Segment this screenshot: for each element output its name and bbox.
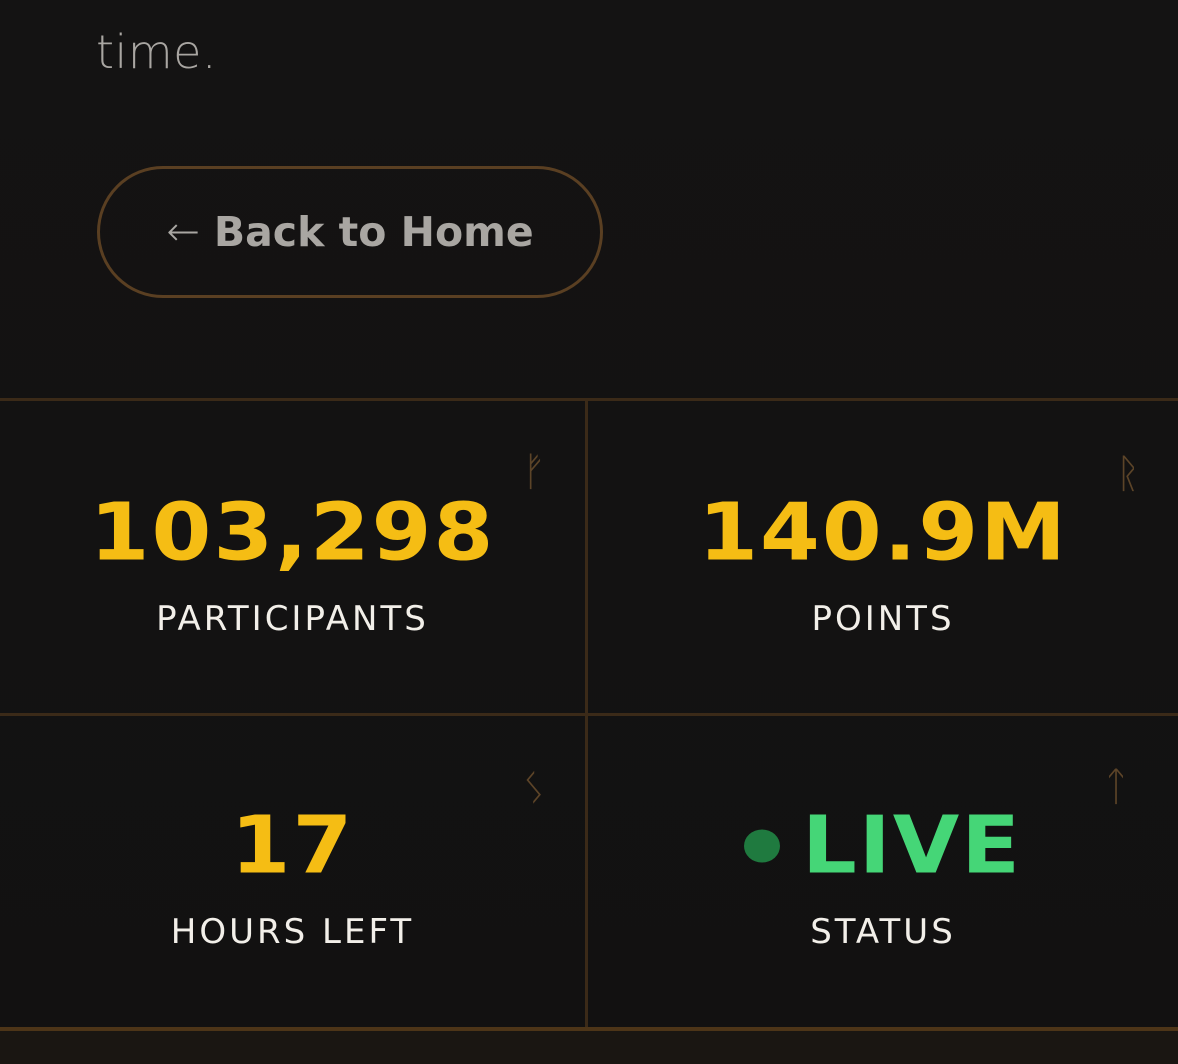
stat-card-hours-left: ᛊ 17 HOURS LEFT [0, 716, 588, 1033]
back-to-home-button[interactable]: ← Back to Home [97, 166, 603, 298]
participants-label: PARTICIPANTS [156, 599, 429, 639]
page: time. ← Back to Home ᚠ 103,298 PARTICIPA… [0, 0, 1178, 1064]
participants-value: 103,298 [89, 487, 496, 579]
stat-card-points: ᚱ 140.9M POINTS [588, 401, 1178, 716]
stats-grid: ᚠ 103,298 PARTICIPANTS ᚱ 140.9M POINTS ᛊ… [0, 398, 1178, 1033]
status-value: LIVE [588, 800, 1178, 892]
stat-card-participants: ᚠ 103,298 PARTICIPANTS [0, 401, 588, 716]
live-indicator-dot [743, 829, 780, 863]
points-value: 140.9M [698, 487, 1068, 579]
footer-strip [0, 1031, 1178, 1064]
back-to-home-label: Back to Home [213, 208, 534, 256]
points-label: POINTS [811, 599, 955, 639]
hours-left-value: 17 [230, 800, 355, 892]
status-live-text: LIVE [801, 800, 1023, 892]
stat-card-status: ᛏ LIVE STATUS [588, 716, 1178, 1033]
arrow-left-icon: ← [166, 209, 200, 255]
intro-text: time. [96, 25, 218, 79]
hours-left-label: HOURS LEFT [170, 912, 415, 952]
status-label: STATUS [810, 912, 956, 952]
